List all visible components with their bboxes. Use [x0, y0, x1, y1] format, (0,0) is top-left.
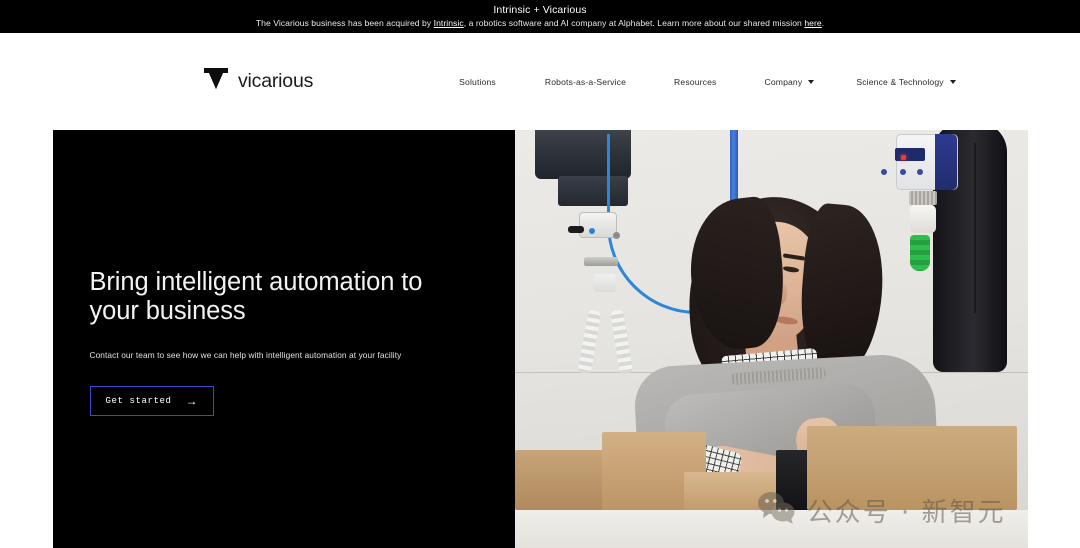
gripper-finger-left: [577, 309, 602, 375]
brand-logo-link[interactable]: vicarious: [203, 67, 313, 96]
right-robot-white-fitting: [909, 205, 936, 234]
get-started-label: Get started: [105, 396, 172, 406]
hero-title: Bring intelligent automation to your bus…: [89, 268, 423, 325]
left-robot-arm-neck: [578, 211, 617, 238]
controller-display: [894, 147, 925, 161]
left-robot-arm-stem: [593, 274, 616, 293]
nav-item-resources[interactable]: Resources: [674, 77, 716, 87]
nav-item-robots-as-a-service[interactable]: Robots-as-a-Service: [545, 77, 626, 87]
chevron-down-icon: [949, 79, 956, 84]
table-surface: [514, 510, 1028, 548]
announcement-banner: Intrinsic + Vicarious The Vicarious busi…: [0, 0, 1080, 33]
main-navigation: Solutions Robots-as-a-Service Resources …: [459, 77, 956, 87]
gripper-finger-right: [610, 309, 633, 375]
cardboard-box-4: [806, 426, 1017, 511]
hero-subtitle: Contact our team to see how we can help …: [89, 350, 402, 360]
controller-button-1: [881, 169, 888, 176]
nav-item-company[interactable]: Company: [764, 76, 815, 87]
chevron-down-icon: [808, 79, 815, 84]
nav-label-science-and-technology: Science & Technology: [856, 76, 944, 87]
left-robot-arm-nozzle: [568, 226, 585, 234]
hero-copy: Bring intelligent automation to your bus…: [89, 268, 480, 416]
nav-label-solutions: Solutions: [459, 76, 496, 87]
hero-text-panel: Bring intelligent automation to your bus…: [52, 130, 515, 548]
announcement-text-2: , a robotics software and AI company at …: [463, 18, 805, 28]
vicarious-triangle-logo-icon: [203, 67, 229, 96]
announcement-subtitle: The Vicarious business has been acquired…: [256, 17, 824, 30]
nav-label-resources: Resources: [674, 76, 717, 87]
announcement-title: Intrinsic + Vicarious: [493, 4, 587, 16]
site-header: vicarious Solutions Robots-as-a-Service …: [0, 33, 1080, 130]
here-link[interactable]: here: [804, 18, 821, 28]
nav-item-science-and-technology[interactable]: Science & Technology: [856, 76, 956, 87]
green-suction-cup: [910, 234, 931, 271]
get-started-button[interactable]: Get started →: [89, 386, 215, 416]
nav-item-solutions[interactable]: Solutions: [459, 77, 496, 87]
brand-name: vicarious: [238, 70, 314, 92]
hero-photo: 公众号 · 新智元: [514, 130, 1028, 548]
left-robot-arm-nozzle-fitting: [588, 227, 595, 234]
right-robot-controller-blue-panel: [935, 134, 958, 191]
nav-label-robots-as-a-service: Robots-as-a-Service: [544, 76, 627, 87]
nav-label-company: Company: [764, 76, 803, 87]
announcement-text-3: .: [821, 18, 825, 28]
intrinsic-link[interactable]: Intrinsic: [434, 18, 464, 28]
robot-cable: [974, 142, 977, 313]
announcement-text-1: The Vicarious business has been acquired…: [255, 18, 434, 28]
right-robot-knurled-coupler: [908, 190, 937, 205]
arrow-right-icon: →: [185, 394, 199, 408]
hero-section: Bring intelligent automation to your bus…: [52, 130, 1028, 548]
left-robot-arm-ring: [583, 257, 618, 267]
